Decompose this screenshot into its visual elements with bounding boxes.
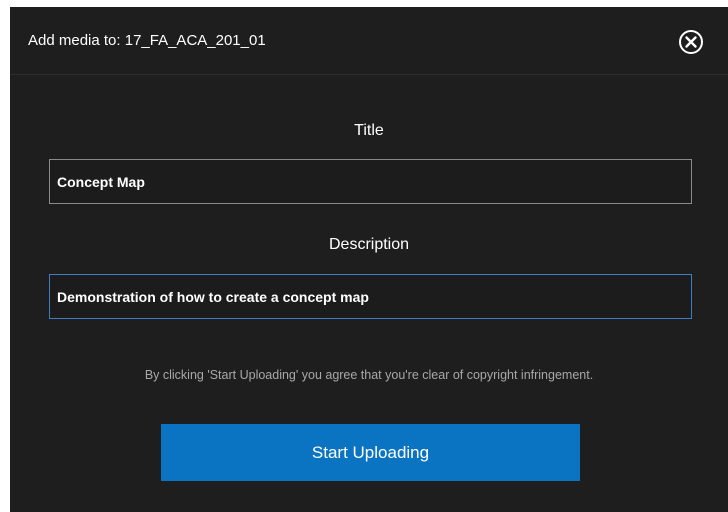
description-label: Description [328,236,410,253]
close-circle-icon [679,30,703,54]
dialog-header: Add media to: 17_FA_ACA_201_01 [10,7,728,75]
start-uploading-button[interactable]: Start Uploading [161,424,580,481]
description-input[interactable] [49,274,692,319]
copyright-notice: By clicking 'Start Uploading' you agree … [144,368,594,382]
add-media-dialog: Add media to: 17_FA_ACA_201_01 Title Des… [10,7,728,512]
dialog-title: Add media to: 17_FA_ACA_201_01 [28,32,266,49]
title-input[interactable] [49,159,692,204]
title-label: Title [354,122,384,139]
close-button[interactable] [676,27,706,57]
